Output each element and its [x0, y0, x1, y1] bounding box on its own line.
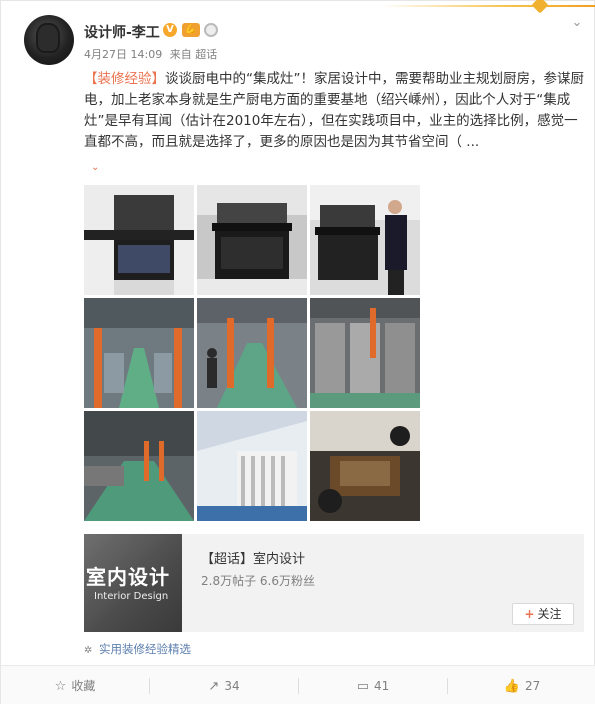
- factory-photo: [84, 298, 194, 408]
- thumbs-up-icon: 👍: [503, 679, 520, 694]
- chevron-down-icon: ⌄: [91, 162, 100, 173]
- decoration-line: [381, 5, 595, 7]
- repost-count: 34: [224, 679, 240, 693]
- post-text: 【装修经验】谈谈厨电中的“集成灶”！家居设计中，需要帮助业主规划厨房，参谋厨电，…: [84, 69, 584, 153]
- photo-thumbnail[interactable]: [310, 298, 420, 408]
- source-label: 实用装修经验精选: [99, 642, 191, 656]
- chevron-down-icon[interactable]: ⌄: [569, 15, 585, 31]
- post-date[interactable]: 4月27日 14:09: [84, 48, 162, 61]
- topic-cover-title: 室内设计: [86, 565, 170, 589]
- factory-photo: [197, 298, 307, 408]
- share-icon: ↗: [208, 679, 220, 694]
- kitchen-appliance-photo: [310, 185, 420, 295]
- action-bar: ☆ 收藏 ↗ 34 ▭ 41 👍 27: [1, 665, 595, 704]
- topic-cover-subtitle: Interior Design: [94, 591, 169, 602]
- decoration-star-icon: [531, 0, 549, 14]
- plus-icon: +: [524, 607, 535, 621]
- comment-icon: ▭: [356, 679, 369, 694]
- expand-full-text-link[interactable]: ⌄: [87, 159, 99, 174]
- photo-thumbnail[interactable]: [84, 298, 194, 408]
- card-decoration: [381, 0, 595, 15]
- kitchen-appliance-photo: [84, 185, 194, 295]
- comment-count: 41: [374, 679, 390, 693]
- topic-stats: 2.8万帖子 6.6万粉丝: [201, 574, 315, 588]
- topic-cover-image[interactable]: 室内设计 Interior Design: [84, 534, 182, 632]
- photo-thumbnail[interactable]: [310, 185, 420, 295]
- verified-badge-icon[interactable]: V: [163, 23, 177, 37]
- repost-button[interactable]: ↗ 34: [150, 666, 298, 704]
- follow-button[interactable]: + 关注: [512, 603, 574, 625]
- follow-label: 关注: [537, 607, 562, 621]
- factory-building-photo: [197, 411, 307, 521]
- post-tag[interactable]: 【装修经验】: [84, 71, 165, 87]
- kitchen-demo-photo: [310, 411, 420, 521]
- like-count: 27: [524, 679, 541, 693]
- like-button[interactable]: 👍 27: [448, 666, 595, 704]
- comment-button[interactable]: ▭ 41: [299, 666, 447, 704]
- topic-title[interactable]: 【超话】室内设计: [201, 548, 305, 567]
- factory-photo: [310, 298, 420, 408]
- kitchen-appliance-photo: [197, 185, 307, 295]
- photo-thumbnail[interactable]: [197, 298, 307, 408]
- post-meta: 4月27日 14:09 来自 超话: [84, 46, 221, 62]
- photo-thumbnail[interactable]: [197, 411, 307, 521]
- photo-thumbnail[interactable]: [197, 185, 307, 295]
- photo-thumbnail[interactable]: [84, 411, 194, 521]
- fan-badge-icon[interactable]: 💪: [182, 23, 200, 37]
- super-topic-card[interactable]: 室内设计 Interior Design 【超话】室内设计 2.8万帖子 6.6…: [84, 534, 584, 632]
- username[interactable]: 设计师-李工: [84, 22, 160, 42]
- favorite-label: 收藏: [71, 679, 96, 693]
- photo-thumbnail[interactable]: [310, 411, 420, 521]
- weibo-post-card: 设计师-李工 V 💪 ⌄ 4月27日 14:09 来自 超话 【装修经验】谈谈厨…: [0, 0, 595, 704]
- factory-photo: [84, 411, 194, 521]
- avatar[interactable]: [24, 15, 74, 65]
- photo-grid: [84, 185, 421, 525]
- photo-thumbnail[interactable]: [84, 185, 194, 295]
- dots-icon: ✲: [84, 645, 93, 656]
- favorite-button[interactable]: ☆ 收藏: [1, 666, 149, 704]
- source-link[interactable]: ✲ 实用装修经验精选: [84, 641, 191, 657]
- post-source[interactable]: 来自 超话: [170, 48, 218, 61]
- medal-badge-icon[interactable]: [204, 23, 218, 37]
- star-icon: ☆: [54, 679, 67, 694]
